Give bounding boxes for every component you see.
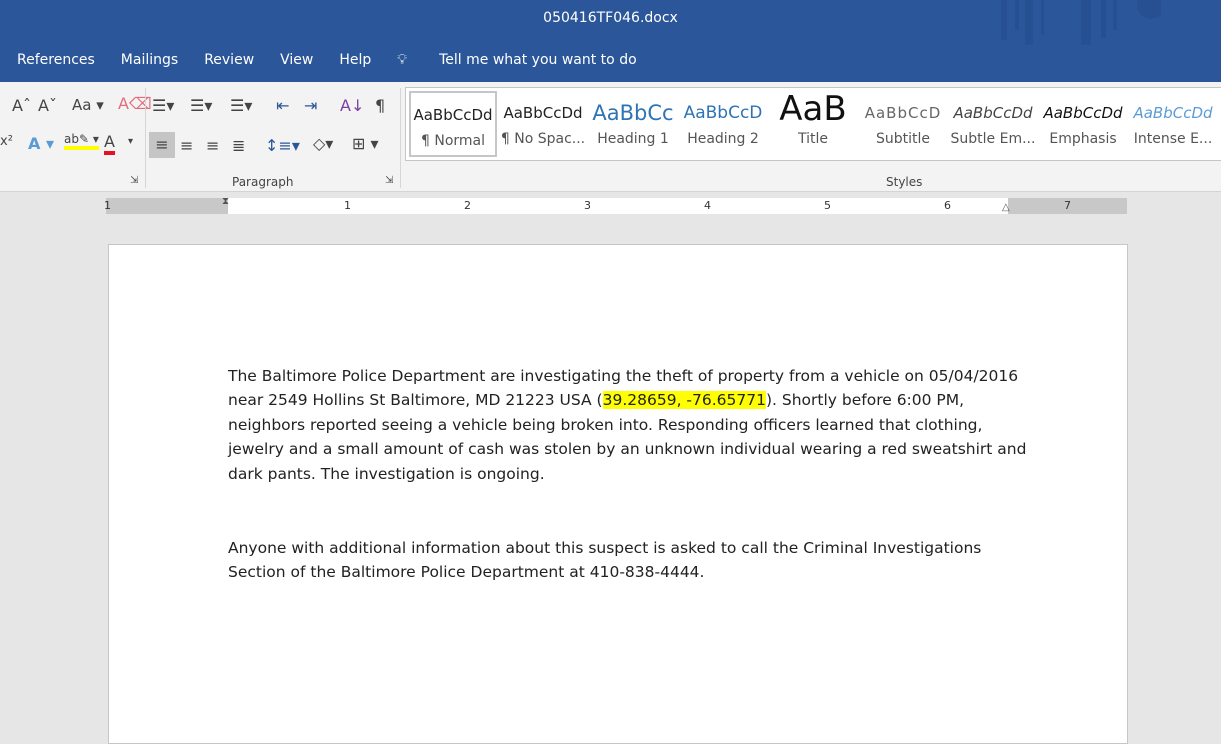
style-preview: AaBbCc — [592, 101, 674, 125]
style-subtitle[interactable]: AaBbCcD Subtitle — [859, 91, 947, 157]
grow-font-icon[interactable]: Aˆ — [12, 96, 31, 115]
style-name: ¶ Normal — [420, 133, 485, 149]
ruler-label: 1 — [104, 199, 111, 212]
highlighted-coordinates: 39.28659, -76.65771 — [602, 391, 766, 410]
title-bar: 050416TF046.docx References Mailings Rev… — [0, 0, 1221, 82]
bullets-icon[interactable]: ☰▾ — [152, 96, 174, 115]
multilevel-list-icon[interactable]: ☰▾ — [230, 96, 252, 115]
style-preview: AaBbCcDd — [1043, 104, 1123, 122]
shading-icon[interactable]: ◇▾ — [313, 134, 333, 153]
horizontal-ruler[interactable]: 1 1 2 3 4 5 6 7 ⧗ △ — [104, 196, 1127, 214]
align-center-icon[interactable]: ≡ — [180, 136, 193, 155]
justify-icon[interactable]: ≣ — [232, 136, 245, 155]
ruler-label: 7 — [1064, 199, 1071, 212]
style-intense-emphasis[interactable]: AaBbCcDd Intense E... — [1129, 91, 1217, 157]
sort-icon[interactable]: A↓ — [340, 96, 364, 115]
style-emphasis[interactable]: AaBbCcDd Emphasis — [1039, 91, 1127, 157]
change-case-label: Aa — [72, 96, 92, 114]
menu-mailings[interactable]: Mailings — [121, 52, 178, 68]
decrease-indent-icon[interactable]: ⇤ — [276, 96, 289, 115]
menu-view[interactable]: View — [280, 52, 313, 68]
style-preview: AaBbCcDd — [413, 106, 493, 124]
clear-formatting-icon[interactable]: A⌫ — [118, 94, 152, 113]
style-heading-2[interactable]: AaBbCcD Heading 2 — [679, 91, 767, 157]
style-name: ¶ No Spac... — [500, 131, 586, 147]
change-case-button[interactable]: Aa ▾ — [72, 96, 104, 114]
paragraph-group-label: Paragraph — [232, 175, 294, 189]
align-left-icon[interactable]: ≡ — [149, 132, 175, 158]
document-page[interactable]: The Baltimore Police Department are inve… — [108, 244, 1128, 744]
font-dialog-launcher[interactable]: ⇲ — [130, 175, 138, 186]
style-normal[interactable]: AaBbCcDd ¶ Normal — [409, 91, 497, 157]
text-effects-icon[interactable]: A ▾ — [28, 134, 54, 153]
highlight-icon[interactable]: ab✎ ▾ — [64, 132, 99, 150]
show-formatting-icon[interactable]: ¶ — [375, 96, 385, 115]
style-title[interactable]: AaB Title — [769, 91, 857, 157]
ribbon: Aˆ Aˇ Aa ▾ A⌫ x² A ▾ ab✎ ▾ A ▾ ⇲ ☰▾ ☰▾ ☰… — [0, 82, 1221, 192]
line-spacing-icon[interactable]: ↕≡▾ — [265, 136, 300, 155]
style-name: Title — [797, 131, 828, 147]
ruler-label: 2 — [464, 199, 471, 212]
style-no-spacing[interactable]: AaBbCcDd ¶ No Spac... — [499, 91, 587, 157]
style-preview: AaBbCcDd — [953, 104, 1033, 122]
style-subtle-emphasis[interactable]: AaBbCcDd Subtle Em... — [949, 91, 1037, 157]
font-color-dropdown[interactable]: ▾ — [128, 136, 133, 147]
ruler-label: 5 — [824, 199, 831, 212]
style-heading-1[interactable]: AaBbCc Heading 1 — [589, 91, 677, 157]
style-name: Intense E... — [1133, 131, 1213, 147]
style-preview: AaB — [779, 91, 847, 129]
styles-gallery: AaBbCcDd ¶ Normal AaBbCcDd ¶ No Spac... Aa… — [405, 87, 1221, 161]
menu-review[interactable]: Review — [204, 52, 254, 68]
style-name: Emphasis — [1049, 131, 1117, 147]
decorative-pattern — [1001, 0, 1161, 45]
numbering-icon[interactable]: ☰▾ — [190, 96, 212, 115]
menu-bar: References Mailings Review View Help 💡︎ T… — [17, 52, 689, 68]
font-color-icon[interactable]: A — [104, 132, 115, 155]
increase-indent-icon[interactable]: ⇥ — [304, 96, 317, 115]
borders-icon[interactable]: ⊞ ▾ — [352, 134, 379, 153]
style-preview: AaBbCcDd — [1133, 104, 1213, 122]
style-name: Subtle Em... — [950, 131, 1036, 147]
paragraph-dialog-launcher[interactable]: ⇲ — [385, 175, 393, 186]
style-preview: AaBbCcDd — [503, 104, 583, 122]
styles-group-label: Styles — [886, 175, 923, 189]
paragraph-2: Anyone with additional information about… — [228, 539, 982, 582]
style-name: Heading 2 — [687, 131, 759, 147]
style-name: Heading 1 — [597, 131, 669, 147]
superscript-icon[interactable]: x² — [0, 134, 13, 149]
menu-references[interactable]: References — [17, 52, 95, 68]
paragraph-1: The Baltimore Police Department are inve… — [228, 364, 1028, 486]
lightbulb-icon: 💡︎ — [397, 52, 408, 68]
style-preview: AaBbCcD — [683, 103, 763, 123]
tell-me-text: Tell me what you want to do — [439, 52, 637, 68]
ruler-label: 6 — [944, 199, 951, 212]
ruler-label: 3 — [584, 199, 591, 212]
ruler-label: 1 — [344, 199, 351, 212]
ruler-label: 4 — [704, 199, 711, 212]
style-name: Subtitle — [875, 131, 931, 147]
shrink-font-icon[interactable]: Aˇ — [38, 96, 57, 115]
menu-help[interactable]: Help — [339, 52, 371, 68]
align-right-icon[interactable]: ≡ — [206, 136, 219, 155]
tell-me-box[interactable]: 💡︎ Tell me what you want to do — [397, 52, 662, 68]
right-indent-marker-icon[interactable]: △ — [1002, 202, 1010, 213]
indent-marker-icon[interactable]: ⧗ — [222, 196, 229, 207]
style-preview: AaBbCcD — [864, 104, 942, 122]
